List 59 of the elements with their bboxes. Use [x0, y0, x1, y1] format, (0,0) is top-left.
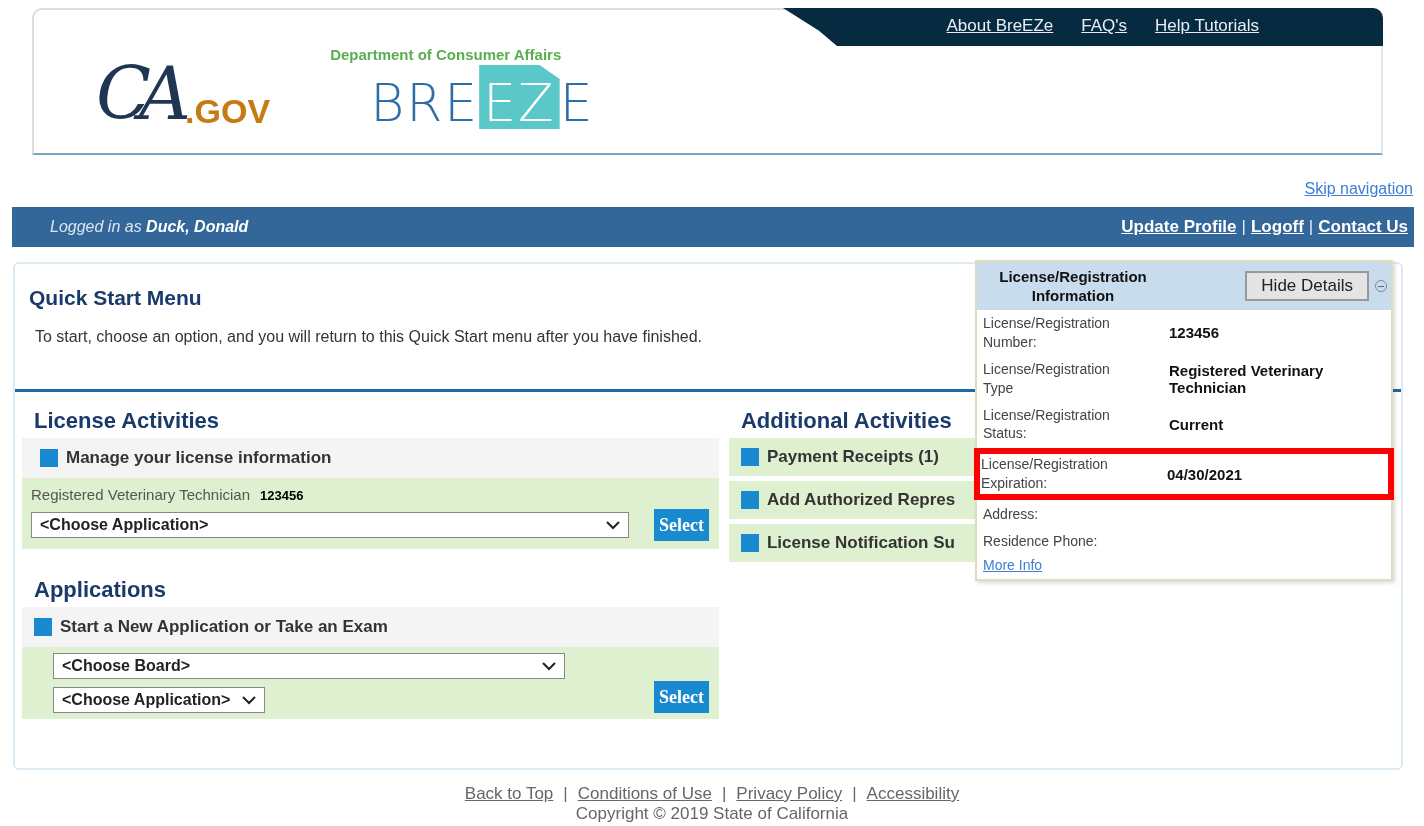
user-link[interactable]: Logoff: [1251, 217, 1304, 237]
skip-navigation-link[interactable]: Skip navigation: [1304, 180, 1413, 198]
hide-details-button[interactable]: Hide Details: [1245, 271, 1369, 301]
license-number: 123456: [260, 488, 304, 503]
instruction-text: To start, choose an option, and you will return to this Quick Start menu after you have finished.: [35, 328, 703, 346]
footer-link[interactable]: Accessibility: [866, 784, 960, 804]
details-title: License/Registration Information: [998, 266, 1148, 306]
square-bullet-icon: [34, 618, 52, 636]
detail-value: Current: [1169, 415, 1225, 433]
square-bullet-icon: [740, 491, 759, 509]
square-bullet-icon: [740, 534, 759, 552]
subsection-title: Manage your license information: [66, 448, 332, 468]
logged-in-label: Logged in as Duck, Donald: [50, 218, 249, 236]
footer-link[interactable]: Back to Top: [464, 784, 554, 804]
application-dropdown[interactable]: <Choose Application>: [53, 687, 266, 713]
detail-label: Address:: [983, 505, 1040, 524]
detail-value: 123456: [1169, 324, 1221, 342]
link-separator: |: [852, 784, 857, 804]
detail-label: License/Registration Status:: [983, 405, 1111, 444]
license-type: Registered Veterinary Technician: [31, 486, 251, 503]
copyright-text: Copyright © 2019 State of California: [575, 804, 849, 824]
activity-label: Add Authorized Repres: [766, 490, 956, 510]
chevron-down-icon: [606, 520, 620, 530]
select-button[interactable]: Select: [654, 509, 709, 541]
board-dropdown[interactable]: <Choose Board>: [53, 653, 565, 679]
square-bullet-icon: [40, 449, 58, 467]
department-label: Department of Consumer Affairs: [330, 46, 562, 63]
link-separator: |: [1241, 217, 1246, 237]
section-heading: Additional Activities: [740, 408, 952, 434]
nav-link[interactable]: About BreEZe: [946, 16, 1054, 36]
footer-link[interactable]: Privacy Policy: [736, 784, 843, 804]
activity-label: Payment Receipts (1): [766, 447, 939, 467]
activity-label: License Notification Su: [766, 533, 955, 553]
chevron-down-icon: [542, 661, 556, 671]
section-heading: License Activities: [34, 408, 220, 434]
select-button[interactable]: Select: [654, 681, 709, 713]
detail-value: Registered Veterinary Technician: [1169, 361, 1325, 396]
link-separator: |: [721, 784, 727, 804]
detail-value: 04/30/2021: [1167, 465, 1244, 483]
square-bullet-icon: [740, 448, 759, 466]
detail-label: Residence Phone:: [983, 532, 1099, 551]
user-link[interactable]: Contact Us: [1318, 217, 1408, 237]
page-title: Quick Start Menu: [29, 286, 202, 310]
detail-label: License/Registration Expiration:: [981, 455, 1109, 494]
more-info-link[interactable]: More Info: [983, 556, 1043, 573]
footer-link[interactable]: Conditions of Use: [577, 784, 712, 804]
chevron-down-icon: [242, 695, 257, 705]
section-heading: Applications: [34, 577, 166, 603]
breeze-logo[interactable]: BRE EZ E: [370, 65, 595, 129]
nav-link[interactable]: Help Tutorials: [1155, 16, 1259, 36]
nav-link[interactable]: FAQ's: [1081, 16, 1128, 36]
application-dropdown[interactable]: <Choose Application>: [31, 512, 629, 538]
subsection-title: Start a New Application or Take an Exam: [60, 617, 388, 637]
detail-label: License/Registration Number:: [983, 314, 1111, 352]
link-separator: |: [1308, 217, 1314, 237]
ca-gov-logo[interactable]: CA.GOV: [96, 38, 271, 130]
detail-label: License/Registration Type: [983, 359, 1111, 398]
user-link[interactable]: Update Profile: [1121, 217, 1237, 237]
link-separator: |: [563, 784, 568, 804]
